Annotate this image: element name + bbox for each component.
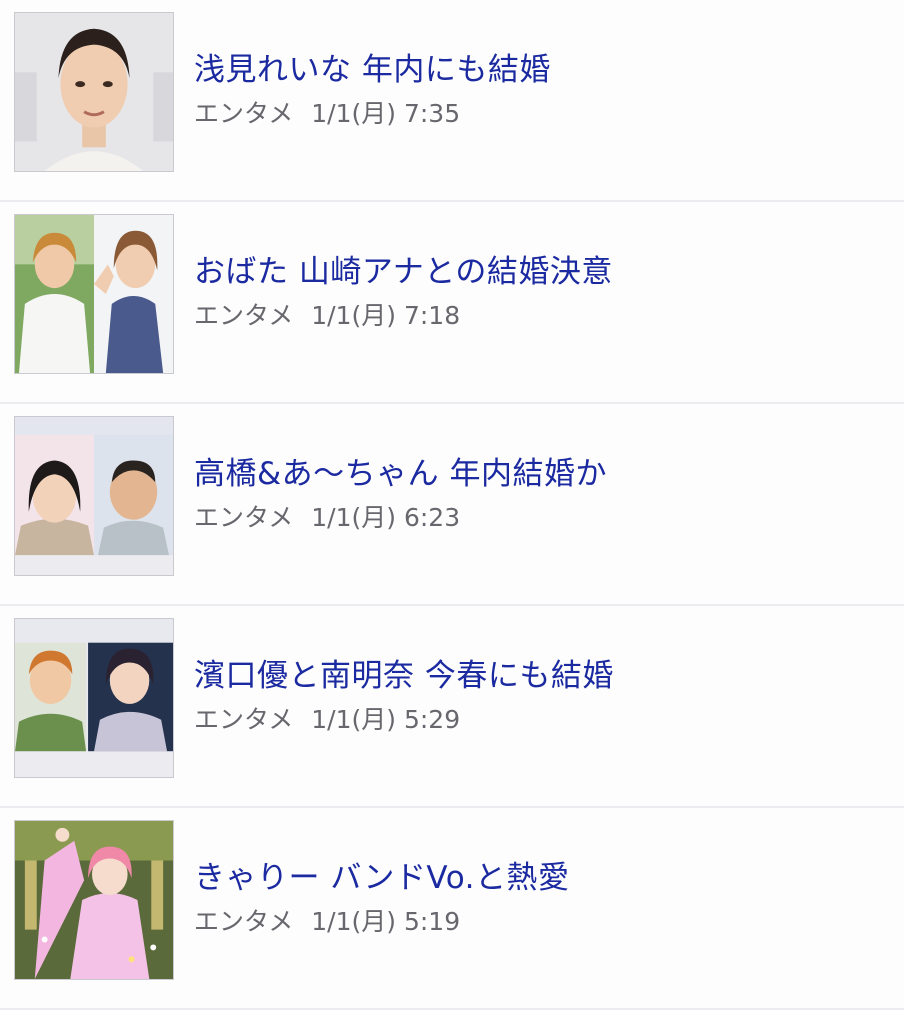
news-list-item[interactable]: 高橋&あ〜ちゃん 年内結婚か エンタメ 1/1(月) 6:23 xyxy=(0,404,904,606)
two-portraits-photo-icon xyxy=(15,619,173,777)
news-headline-link[interactable]: 高橋&あ〜ちゃん 年内結婚か xyxy=(194,454,607,494)
news-thumbnail[interactable] xyxy=(14,214,174,374)
stage-performer-photo-icon xyxy=(15,821,173,979)
news-thumbnail[interactable] xyxy=(14,820,174,980)
news-category: エンタメ xyxy=(194,503,294,532)
news-category: エンタメ xyxy=(194,301,294,330)
news-datetime: 1/1(月) 6:23 xyxy=(311,503,461,532)
news-category: エンタメ xyxy=(194,99,294,128)
news-meta: エンタメ 1/1(月) 5:29 xyxy=(194,704,460,736)
news-list: 浅見れいな 年内にも結婚 エンタメ 1/1(月) 7:35 おばた 山崎アナとの結… xyxy=(0,0,904,1010)
two-portraits-photo-icon xyxy=(15,417,173,575)
news-headline-link[interactable]: 浅見れいな 年内にも結婚 xyxy=(194,50,551,90)
news-list-item[interactable]: 浅見れいな 年内にも結婚 エンタメ 1/1(月) 7:35 xyxy=(0,0,904,202)
news-datetime: 1/1(月) 5:29 xyxy=(311,705,461,734)
news-headline-link[interactable]: おばた 山崎アナとの結婚決意 xyxy=(194,252,613,292)
news-meta: エンタメ 1/1(月) 7:35 xyxy=(194,98,460,130)
news-datetime: 1/1(月) 5:19 xyxy=(311,907,461,936)
news-category: エンタメ xyxy=(194,907,294,936)
news-list-item[interactable]: きゃりー バンドVo.と熱愛 エンタメ 1/1(月) 5:19 xyxy=(0,808,904,1010)
news-thumbnail[interactable] xyxy=(14,618,174,778)
news-category: エンタメ xyxy=(194,705,294,734)
news-datetime: 1/1(月) 7:35 xyxy=(311,99,461,128)
news-meta: エンタメ 1/1(月) 5:19 xyxy=(194,906,460,938)
news-thumbnail[interactable] xyxy=(14,12,174,172)
news-datetime: 1/1(月) 7:18 xyxy=(311,301,461,330)
news-thumbnail[interactable] xyxy=(14,416,174,576)
news-meta: エンタメ 1/1(月) 6:23 xyxy=(194,502,460,534)
news-list-item[interactable]: 濱口優と南明奈 今春にも結婚 エンタメ 1/1(月) 5:29 xyxy=(0,606,904,808)
portrait-photo-icon xyxy=(15,13,173,171)
two-portraits-photo-icon xyxy=(15,215,173,373)
news-headline-link[interactable]: 濱口優と南明奈 今春にも結婚 xyxy=(194,656,614,696)
news-headline-link[interactable]: きゃりー バンドVo.と熱愛 xyxy=(194,858,569,898)
news-meta: エンタメ 1/1(月) 7:18 xyxy=(194,300,460,332)
news-list-item[interactable]: おばた 山崎アナとの結婚決意 エンタメ 1/1(月) 7:18 xyxy=(0,202,904,404)
